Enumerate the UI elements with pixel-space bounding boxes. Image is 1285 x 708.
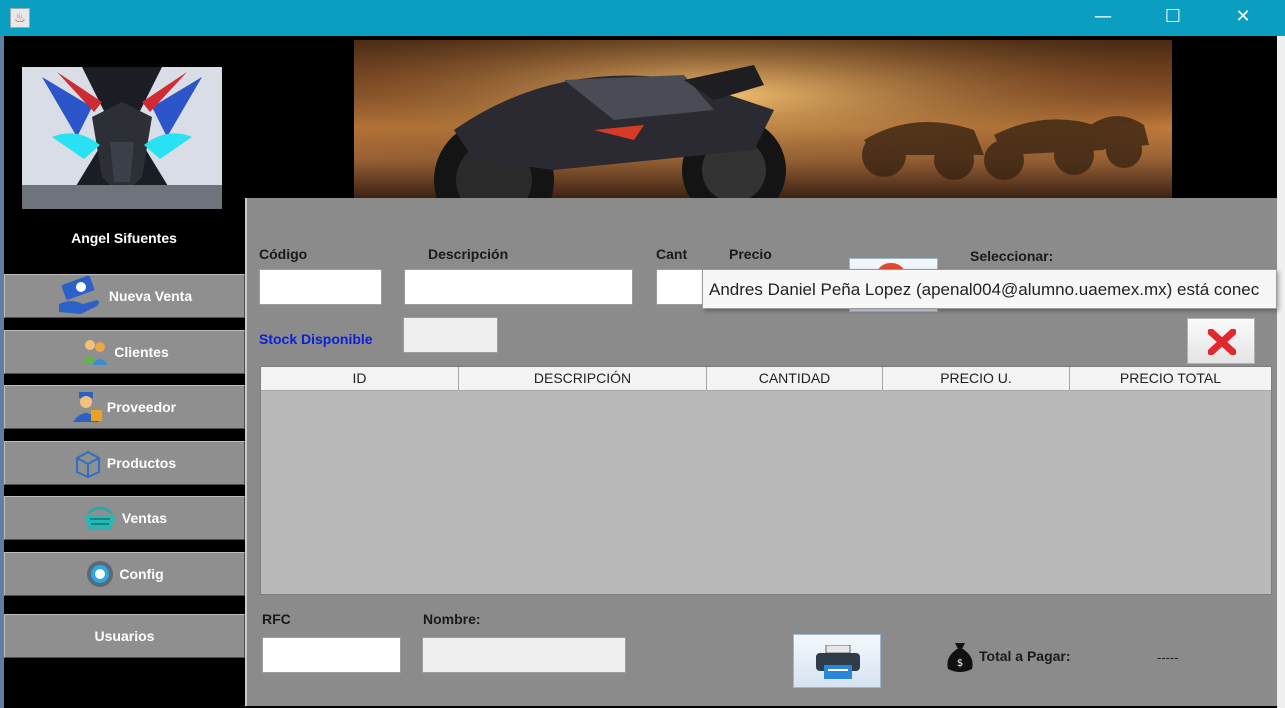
cant-label: Cant — [656, 246, 688, 262]
cant-input[interactable] — [656, 269, 706, 305]
money-hand-icon — [57, 275, 105, 316]
supplier-icon — [72, 392, 103, 422]
table-header: ID DESCRIPCIÓN CANTIDAD PRECIO U. PRECIO… — [261, 367, 1271, 391]
sidebar-item-config[interactable]: Config — [4, 552, 245, 596]
logo-image — [22, 67, 222, 209]
seleccionar-label: Seleccionar: — [970, 248, 1054, 264]
printer-icon — [816, 644, 860, 684]
sidebar-item-usuarios[interactable]: Usuarios — [4, 614, 245, 658]
money-bag-icon: $ — [945, 641, 975, 678]
sidebar-item-label: Config — [119, 566, 164, 582]
rfc-input[interactable] — [262, 637, 401, 673]
sidebar-item-label: Proveedor — [106, 399, 177, 415]
title-bar: ♨ — ☐ ✕ — [0, 0, 1285, 36]
basket-icon — [82, 503, 118, 533]
codigo-input[interactable] — [259, 269, 382, 305]
stock-disponible-field — [403, 317, 498, 353]
column-header-descripcion[interactable]: DESCRIPCIÓN — [459, 367, 707, 390]
sales-table[interactable]: ID DESCRIPCIÓN CANTIDAD PRECIO U. PRECIO… — [260, 366, 1272, 595]
rfc-label: RFC — [262, 611, 291, 627]
maximize-button[interactable]: ☐ — [1150, 0, 1196, 36]
total-value: ----- — [1157, 650, 1179, 665]
user-name: Angel Sifuentes — [71, 230, 177, 246]
column-header-id[interactable]: ID — [261, 367, 459, 390]
column-header-precio-total[interactable]: PRECIO TOTAL — [1070, 367, 1271, 390]
stock-disponible-label: Stock Disponible — [259, 331, 373, 347]
sidebar-item-productos[interactable]: Productos — [4, 441, 245, 485]
total-label: Total a Pagar: — [979, 648, 1071, 664]
descripcion-label: Descripción — [428, 246, 509, 262]
sidebar-item-label: Productos — [106, 455, 177, 471]
svg-text:$: $ — [957, 658, 963, 669]
box-icon — [73, 448, 103, 479]
codigo-label: Código — [259, 246, 308, 262]
sidebar-item-nueva-venta[interactable]: Nueva Venta — [4, 274, 245, 318]
sidebar-item-proveedor[interactable]: Proveedor — [4, 385, 245, 429]
nombre-field — [422, 637, 626, 673]
precio-label: Precio — [729, 246, 772, 262]
print-button[interactable] — [793, 634, 881, 688]
nombre-label: Nombre: — [423, 611, 481, 627]
sidebar-item-label: Clientes — [114, 344, 169, 360]
sidebar-item-clientes[interactable]: Clientes — [4, 330, 245, 374]
sidebar-item-label: Ventas — [121, 510, 168, 526]
connection-tooltip: Andres Daniel Peña Lopez (apenal004@alum… — [702, 269, 1277, 309]
minimize-button[interactable]: — — [1080, 0, 1126, 36]
window-border-right — [1277, 36, 1285, 708]
sidebar-item-ventas[interactable]: Ventas — [4, 496, 245, 540]
banner-image — [354, 40, 1172, 198]
sidebar-item-label: Usuarios — [94, 628, 155, 644]
sidebar-item-label: Nueva Venta — [108, 288, 193, 304]
java-app-icon: ♨ — [10, 8, 30, 28]
close-window-button[interactable]: ✕ — [1220, 0, 1266, 36]
gear-icon — [85, 559, 115, 589]
clients-icon — [80, 337, 110, 367]
delete-button[interactable] — [1187, 318, 1255, 364]
descripcion-input[interactable] — [404, 269, 633, 305]
column-header-cantidad[interactable]: CANTIDAD — [707, 367, 883, 390]
column-header-precio-u[interactable]: PRECIO U. — [883, 367, 1070, 390]
red-x-icon — [1207, 328, 1237, 360]
